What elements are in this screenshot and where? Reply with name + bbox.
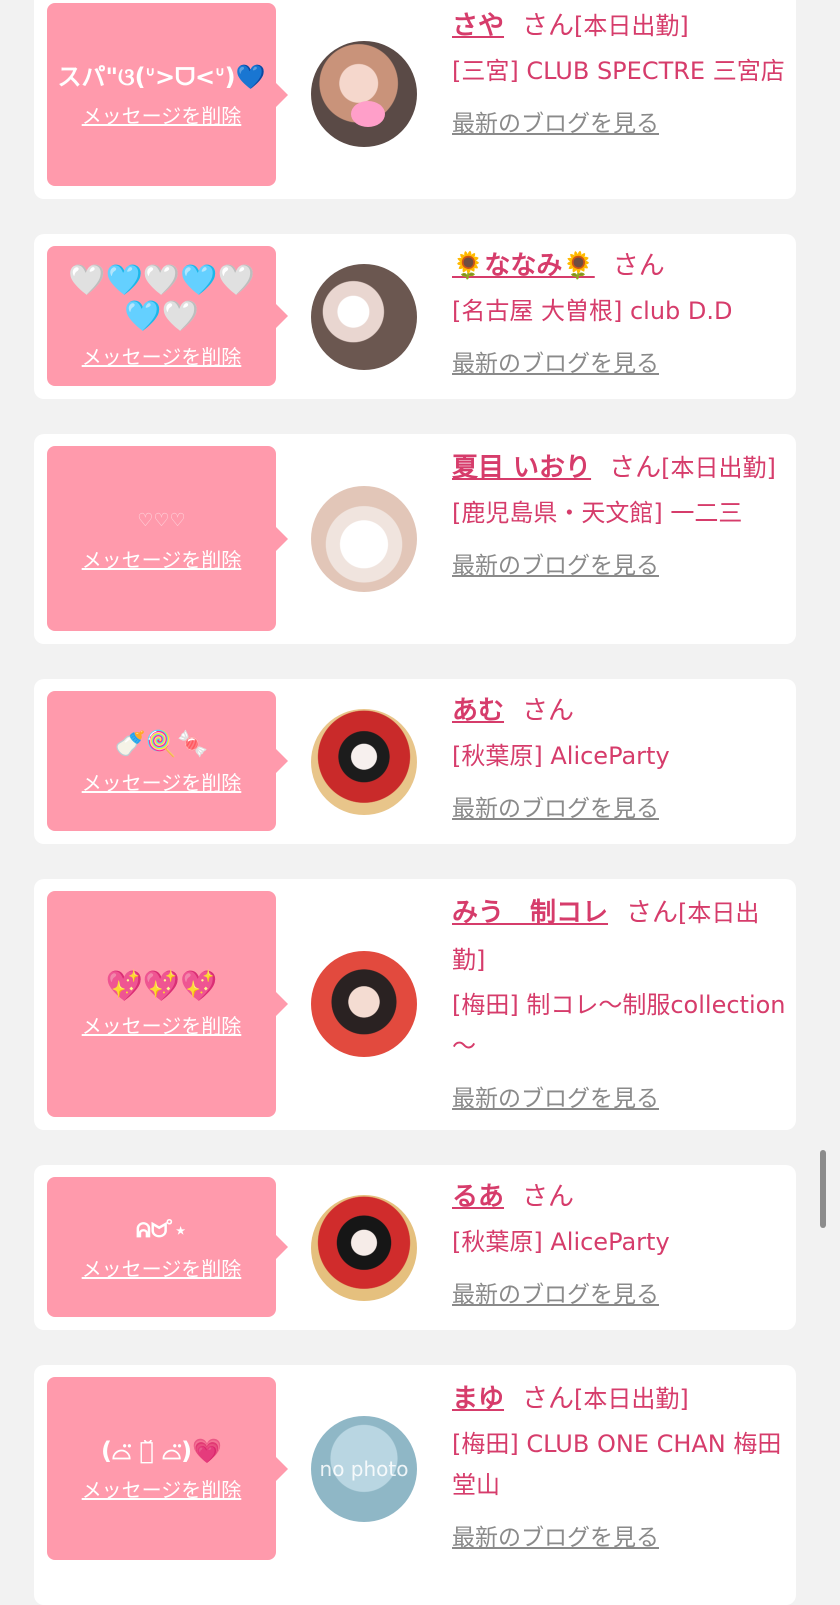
girl-name-link[interactable]: 夏目 いおり xyxy=(452,453,591,483)
girl-info: るあ さん [秋葉原] AliceParty 最新のブログを見る xyxy=(452,1175,787,1309)
shop-label: [名古屋 大曽根] club D.D xyxy=(452,297,733,325)
avatar[interactable] xyxy=(311,486,417,592)
message-bubble: 🍼🍭🍬 メッセージを削除 xyxy=(47,691,288,831)
blog-link[interactable]: 最新のブログを見る xyxy=(452,789,659,823)
blog-link[interactable]: 最新のブログを見る xyxy=(452,1518,659,1552)
message-bubble: (⌓̈ ･̆ ⌓̈)💗 メッセージを削除 xyxy=(47,1377,288,1560)
message-bubble: 💖💖💖 メッセージを削除 xyxy=(47,891,288,1117)
scrollbar-thumb[interactable] xyxy=(820,1150,826,1228)
blog-link[interactable]: 最新のブログを見る xyxy=(452,1275,659,1309)
delete-message-link[interactable]: メッセージを削除 xyxy=(82,1474,242,1503)
delete-message-link[interactable]: メッセージを削除 xyxy=(82,767,242,796)
honorific: さん xyxy=(522,1182,575,1212)
girl-name-link[interactable]: るあ xyxy=(452,1182,504,1212)
list-item: ᕱᗢ ̊⋆ メッセージを削除 るあ さん [秋葉原] AliceParty 最新の… xyxy=(34,1165,796,1330)
message-text: (⌓̈ ･̆ ⌓̈)💗 xyxy=(101,1437,222,1465)
honorific: さん xyxy=(522,696,575,726)
girl-name-link[interactable]: みう 制コレ xyxy=(452,898,608,928)
delete-message-link[interactable]: メッセージを削除 xyxy=(82,544,242,573)
avatar[interactable]: no photo xyxy=(311,1416,417,1522)
list-item: 🍼🍭🍬 メッセージを削除 あむ さん [秋葉原] AliceParty 最新のブロ… xyxy=(34,679,796,844)
list-item: 💖💖💖 メッセージを削除 みう 制コレ さん[本日出勤] [梅田] 制コレ～制服c… xyxy=(34,879,796,1130)
list-item: 🤍🩵🤍🩵🤍🩵🤍 メッセージを削除 🌻ななみ🌻 さん [名古屋 大曽根] club … xyxy=(34,234,796,399)
status-label: [本日出勤] xyxy=(574,12,689,40)
avatar[interactable] xyxy=(311,264,417,370)
shop-label: [梅田] CLUB ONE CHAN 梅田堂山 xyxy=(452,1430,782,1499)
delete-message-link[interactable]: メッセージを削除 xyxy=(82,100,242,129)
avatar[interactable] xyxy=(311,709,417,815)
girl-info: あむ さん [秋葉原] AliceParty 最新のブログを見る xyxy=(452,689,787,823)
blog-link[interactable]: 最新のブログを見る xyxy=(452,104,659,138)
message-text: 🤍🩵🤍🩵🤍🩵🤍 xyxy=(68,262,255,334)
girl-info: みう 制コレ さん[本日出勤] [梅田] 制コレ～制服collection～ 最新… xyxy=(452,891,787,1113)
avatar[interactable] xyxy=(311,41,417,147)
girl-info: さや さん[本日出勤] [三宮] CLUB SPECTRE 三宮店 最新のブログを… xyxy=(452,4,787,138)
avatar[interactable] xyxy=(311,951,417,1057)
message-bubble: 🤍🩵🤍🩵🤍🩵🤍 メッセージを削除 xyxy=(47,246,288,386)
honorific: さん xyxy=(522,1384,575,1414)
honorific: さん xyxy=(522,11,575,41)
blog-link[interactable]: 最新のブログを見る xyxy=(452,546,659,580)
girl-name-link[interactable]: 🌻ななみ🌻 xyxy=(452,251,595,281)
girl-info: 🌻ななみ🌻 さん [名古屋 大曽根] club D.D 最新のブログを見る xyxy=(452,244,787,378)
shop-label: [秋葉原] AliceParty xyxy=(452,742,670,770)
shop-label: [梅田] 制コレ～制服collection～ xyxy=(452,991,786,1060)
girl-info: 夏目 いおり さん[本日出勤] [鹿児島県・天文館] 一二三 最新のブログを見る xyxy=(452,446,787,580)
face-blur xyxy=(351,101,385,127)
shop-label: [三宮] CLUB SPECTRE 三宮店 xyxy=(452,57,785,85)
message-text: 🍼🍭🍬 xyxy=(114,728,209,758)
list-item: スパ"ଓ(ᐡ>ᗜ<ᐡ)💙 メッセージを削除 さや さん[本日出勤] [三宮] CL… xyxy=(34,0,796,199)
message-bubble: ᕱᗢ ̊⋆ メッセージを削除 xyxy=(47,1177,288,1317)
shop-label: [鹿児島県・天文館] 一二三 xyxy=(452,499,743,527)
no-photo-label: no photo xyxy=(319,1457,409,1481)
girl-name-link[interactable]: あむ xyxy=(452,696,504,726)
girl-info: まゆ さん[本日出勤] [梅田] CLUB ONE CHAN 梅田堂山 最新のブロ… xyxy=(452,1377,787,1552)
blog-link[interactable]: 最新のブログを見る xyxy=(452,344,659,378)
avatar[interactable] xyxy=(311,1195,417,1301)
honorific: さん xyxy=(612,251,665,281)
blog-link[interactable]: 最新のブログを見る xyxy=(452,1079,659,1113)
delete-message-link[interactable]: メッセージを削除 xyxy=(82,1253,242,1282)
message-text: ᕱᗢ ̊⋆ xyxy=(136,1217,187,1242)
message-text: 💖💖💖 xyxy=(105,968,218,1004)
shop-label: [秋葉原] AliceParty xyxy=(452,1228,670,1256)
message-bubble: スパ"ଓ(ᐡ>ᗜ<ᐡ)💙 メッセージを削除 xyxy=(47,3,288,186)
status-label: [本日出勤] xyxy=(574,1385,689,1413)
list-item: (⌓̈ ･̆ ⌓̈)💗 メッセージを削除 no photo まゆ さん[本日出勤]… xyxy=(34,1365,796,1605)
message-text: ♡♡♡ xyxy=(137,510,186,531)
honorific: さん xyxy=(626,898,679,928)
honorific: さん xyxy=(609,453,662,483)
delete-message-link[interactable]: メッセージを削除 xyxy=(82,341,242,370)
delete-message-link[interactable]: メッセージを削除 xyxy=(82,1010,242,1039)
status-label: [本日出勤] xyxy=(661,454,776,482)
girl-name-link[interactable]: さや xyxy=(452,11,504,41)
list-item: ♡♡♡ メッセージを削除 夏目 いおり さん[本日出勤] [鹿児島県・天文館] 一… xyxy=(34,434,796,644)
message-text: スパ"ଓ(ᐡ>ᗜ<ᐡ)💙 xyxy=(57,63,266,91)
message-bubble: ♡♡♡ メッセージを削除 xyxy=(47,446,288,631)
girl-name-link[interactable]: まゆ xyxy=(452,1384,504,1414)
